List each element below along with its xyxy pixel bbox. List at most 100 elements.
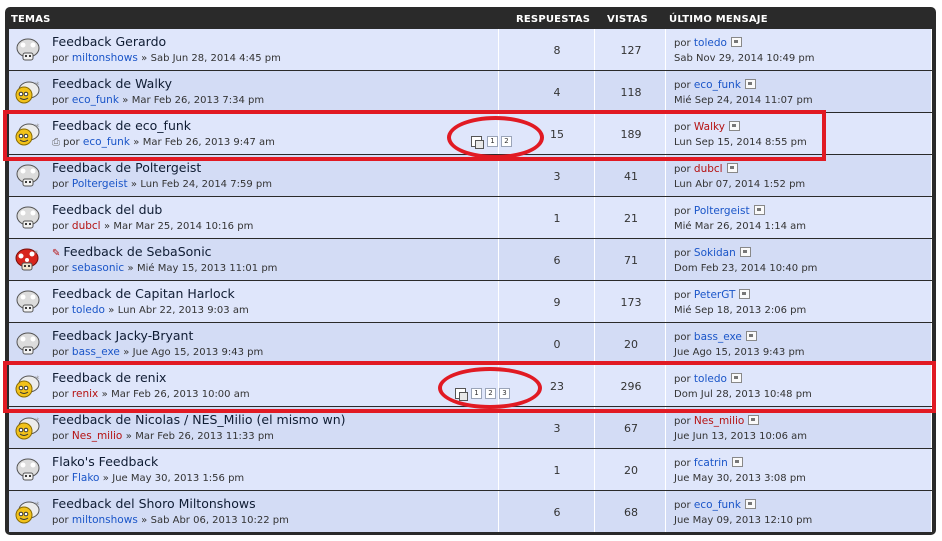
- by-label: por: [674, 290, 691, 301]
- view-latest-post-icon[interactable]: [730, 37, 742, 47]
- topic-title-link[interactable]: Feedback de Poltergeist: [52, 160, 201, 175]
- topic-title-link[interactable]: Feedback de Capitan Harlock: [52, 286, 235, 301]
- last-author-link[interactable]: Walky: [694, 121, 725, 133]
- author-link[interactable]: miltonshows: [72, 52, 138, 64]
- topic-row[interactable]: Feedback Jacky-Bryant por bass_exe » Jue …: [9, 323, 932, 364]
- topic-title-link[interactable]: Feedback Jacky-Bryant: [52, 328, 193, 343]
- by-label: por: [674, 332, 691, 343]
- author-link[interactable]: Poltergeist: [72, 178, 128, 190]
- view-latest-post-icon[interactable]: [728, 121, 740, 131]
- topic-posted-icon: *: [15, 500, 41, 524]
- topic-row[interactable]: Flako's Feedback por Flako » Jue May 30, …: [9, 449, 932, 490]
- last-author-link[interactable]: dubcl: [694, 163, 723, 175]
- author-link[interactable]: eco_funk: [83, 136, 130, 148]
- last-author-link[interactable]: Poltergeist: [694, 205, 750, 217]
- by-label: por: [674, 122, 691, 133]
- last-post-date: Mié Mar 26, 2014 1:14 am: [674, 221, 806, 232]
- svg-text:*: *: [35, 81, 40, 91]
- view-latest-post-icon[interactable]: [744, 79, 756, 89]
- separator: »: [130, 179, 138, 190]
- topic-date: Sab Jun 28, 2014 4:45 pm: [150, 53, 281, 64]
- page-link[interactable]: 1: [487, 136, 498, 147]
- view-latest-post-icon[interactable]: [739, 289, 751, 299]
- author-link[interactable]: sebasonic: [72, 262, 124, 274]
- by-label: por: [63, 137, 80, 148]
- author-link[interactable]: eco_funk: [72, 94, 119, 106]
- topic-pagination: 12: [471, 136, 515, 149]
- last-author-link[interactable]: Sokidan: [694, 247, 736, 259]
- author-link[interactable]: dubcl: [72, 220, 101, 232]
- last-post-date: Dom Jul 28, 2013 10:48 pm: [674, 389, 812, 400]
- topic-row[interactable]: Feedback Gerardo por miltonshows » Sab Ju…: [9, 29, 932, 70]
- topic-title-link[interactable]: Feedback Gerardo: [52, 34, 166, 49]
- topic-title-link[interactable]: Feedback de Nicolas / NES_Milio (el mism…: [52, 412, 346, 427]
- last-author-link[interactable]: fcatrin: [694, 457, 728, 469]
- last-post-date: Sab Nov 29, 2014 10:49 pm: [674, 53, 815, 64]
- author-link[interactable]: Nes_milio: [72, 430, 122, 442]
- topic-title-link[interactable]: Flako's Feedback: [52, 454, 158, 469]
- topic-list-panel: TEMAS RESPUESTAS VISTAS ÚLTIMO MENSAJE F…: [5, 7, 936, 535]
- view-latest-post-icon[interactable]: [739, 247, 751, 257]
- author-link[interactable]: Flako: [72, 472, 100, 484]
- view-latest-post-icon[interactable]: [748, 415, 760, 425]
- topic-date: Lun Abr 22, 2013 9:03 am: [117, 305, 249, 316]
- view-count: 20: [624, 338, 638, 351]
- page-link[interactable]: 2: [485, 388, 496, 399]
- topic-row[interactable]: * Feedback de renix por renix » Mar Feb 26…: [9, 365, 932, 406]
- topic-title-link[interactable]: Feedback del Shoro Miltonshows: [52, 496, 256, 511]
- topic-row[interactable]: Feedback del dub por dubcl » Mar Mar 25, …: [9, 197, 932, 238]
- topic-rows: Feedback Gerardo por miltonshows » Sab Ju…: [9, 29, 932, 532]
- last-author-link[interactable]: PeterGT: [694, 289, 736, 301]
- view-count: 118: [620, 86, 642, 99]
- last-author-link[interactable]: toledo: [694, 37, 727, 49]
- topic-list-header: TEMAS RESPUESTAS VISTAS ÚLTIMO MENSAJE: [9, 7, 932, 29]
- separator: »: [122, 95, 129, 106]
- view-latest-post-icon[interactable]: [745, 331, 757, 341]
- page-link[interactable]: 2: [501, 136, 512, 147]
- view-latest-post-icon[interactable]: [731, 457, 743, 467]
- view-count: 189: [620, 128, 642, 141]
- view-latest-post-icon[interactable]: [753, 205, 765, 215]
- topic-date: Mar Mar 25, 2014 10:16 pm: [113, 221, 254, 232]
- view-latest-post-icon[interactable]: [730, 373, 742, 383]
- last-author-link[interactable]: Nes_milio: [694, 415, 744, 427]
- author-link[interactable]: toledo: [72, 304, 105, 316]
- by-label: por: [52, 263, 69, 274]
- last-author-link[interactable]: bass_exe: [694, 331, 742, 343]
- author-link[interactable]: miltonshows: [72, 514, 138, 526]
- page-link[interactable]: 3: [499, 388, 510, 399]
- last-post: por Poltergeist Mié Mar 26, 2014 1:14 am: [674, 204, 806, 234]
- topic-row[interactable]: Feedback de Capitan Harlock por toledo » …: [9, 281, 932, 322]
- separator: »: [123, 347, 130, 358]
- topic-row[interactable]: * ✎ Feedback de SebaSonic por sebasonic » M…: [9, 239, 932, 280]
- topic-row[interactable]: Feedback de Poltergeist por Poltergeist »…: [9, 155, 932, 196]
- last-author-link[interactable]: eco_funk: [694, 499, 741, 511]
- topic-row[interactable]: * Feedback del Shoro Miltonshows por milto…: [9, 491, 932, 532]
- last-post-date: Lun Abr 07, 2014 1:52 pm: [674, 179, 806, 190]
- header-replies: RESPUESTAS: [516, 14, 591, 25]
- svg-text:*: *: [35, 417, 40, 427]
- topic-date: Jue Ago 15, 2013 9:43 pm: [132, 347, 264, 358]
- last-post: por Walky Lun Sep 15, 2014 8:55 pm: [674, 120, 807, 150]
- svg-text:*: *: [35, 375, 40, 385]
- topic-title-link[interactable]: Feedback de SebaSonic: [63, 244, 211, 259]
- topic-title-link[interactable]: Feedback de eco_funk: [52, 118, 191, 133]
- topic-row[interactable]: * Feedback de Walky por eco_funk » Mar Feb…: [9, 71, 932, 112]
- last-author-link[interactable]: eco_funk: [694, 79, 741, 91]
- topic-row[interactable]: * Feedback de eco_funk ⎙ por eco_funk » Mar…: [9, 113, 932, 154]
- topic-row[interactable]: * Feedback de Nicolas / NES_Milio (el mis…: [9, 407, 932, 448]
- last-author-link[interactable]: toledo: [694, 373, 727, 385]
- topic-title-link[interactable]: Feedback de Walky: [52, 76, 172, 91]
- view-latest-post-icon[interactable]: [726, 163, 738, 173]
- author-link[interactable]: renix: [72, 388, 98, 400]
- view-latest-post-icon[interactable]: [744, 499, 756, 509]
- svg-text:*: *: [35, 123, 40, 133]
- reply-count: 4: [553, 86, 561, 99]
- reply-count: 3: [553, 422, 561, 435]
- author-link[interactable]: bass_exe: [72, 346, 120, 358]
- page-link[interactable]: 1: [471, 388, 482, 399]
- topic-title-link[interactable]: Feedback del dub: [52, 202, 162, 217]
- topic-title-link[interactable]: Feedback de renix: [52, 370, 166, 385]
- topic-read-icon: [15, 206, 41, 230]
- view-count: 41: [624, 170, 638, 183]
